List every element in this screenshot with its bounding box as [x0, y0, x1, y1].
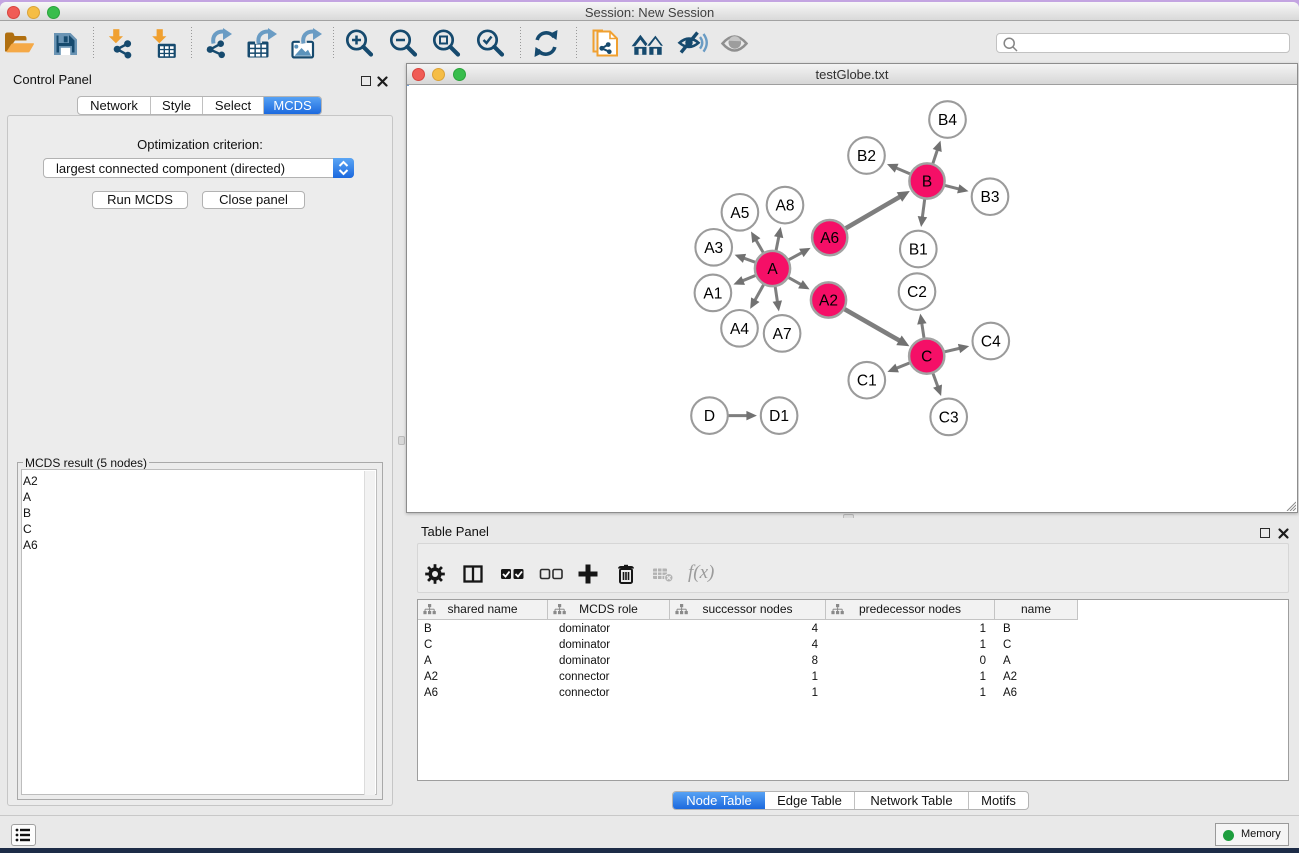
svg-text:C: C [921, 349, 932, 366]
svg-text:C1: C1 [857, 373, 877, 390]
svg-text:C4: C4 [981, 334, 1001, 351]
svg-text:A2: A2 [819, 293, 838, 310]
svg-text:B: B [922, 174, 932, 191]
svg-text:B4: B4 [938, 112, 957, 129]
svg-text:D1: D1 [769, 408, 789, 425]
svg-text:A: A [767, 261, 778, 278]
svg-text:C3: C3 [939, 409, 959, 426]
svg-text:A8: A8 [776, 198, 795, 215]
svg-text:A4: A4 [730, 321, 749, 338]
svg-text:B1: B1 [909, 242, 928, 259]
svg-text:A5: A5 [730, 205, 749, 222]
svg-text:C2: C2 [907, 284, 927, 301]
svg-text:B2: B2 [857, 148, 876, 165]
svg-text:D: D [704, 408, 715, 425]
svg-text:B3: B3 [981, 189, 1000, 206]
svg-text:A6: A6 [820, 230, 839, 247]
svg-text:A7: A7 [773, 326, 792, 343]
svg-text:A1: A1 [703, 285, 722, 302]
svg-text:A3: A3 [704, 240, 723, 257]
